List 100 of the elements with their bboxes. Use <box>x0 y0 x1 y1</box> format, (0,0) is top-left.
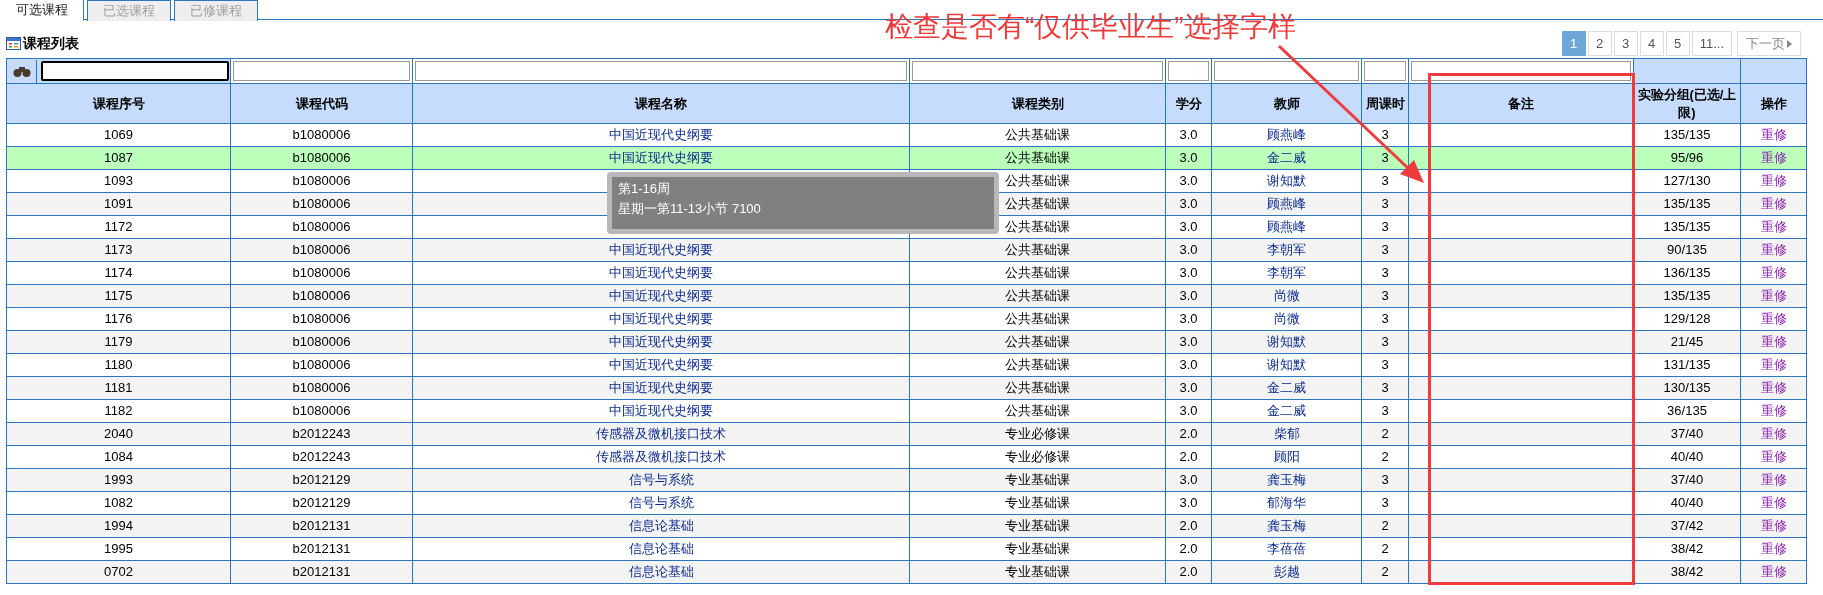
table-cell: 专业基础课 <box>1005 564 1070 580</box>
table-row[interactable]: 1995 b2012131 信息论基础 专业基础课 2.0 李蓓蓓 2 38/42 重修 <box>6 537 1807 561</box>
teacher-link[interactable]: 彭越 <box>1273 564 1300 580</box>
section-title: 课程列表 <box>23 34 79 53</box>
course-link[interactable]: 信息论基础 <box>628 541 694 557</box>
teacher-link[interactable]: 金二威 <box>1267 403 1306 419</box>
table-row[interactable]: 1069 b1080006 中国近现代史纲要 公共基础课 3.0 顾燕峰 3 135/135 重修 <box>6 123 1807 147</box>
table-cell: 1180 <box>104 357 133 373</box>
table-cell: 1993 <box>104 472 133 488</box>
teacher-link[interactable]: 尚微 <box>1273 288 1300 304</box>
teacher-link[interactable]: 顾阳 <box>1273 449 1300 465</box>
column-header: 教师 <box>1273 95 1300 111</box>
teacher-link[interactable]: 金二威 <box>1267 150 1306 166</box>
table-row[interactable]: 1181 b1080006 中国近现代史纲要 公共基础课 3.0 金二威 3 130/135 重修 <box>6 376 1807 400</box>
table-row[interactable]: 1176 b1080006 中国近现代史纲要 公共基础课 3.0 尚微 3 129/128 重修 <box>6 307 1807 331</box>
course-link[interactable]: 中国近现代史纲要 <box>609 403 713 419</box>
course-link[interactable]: 中国近现代史纲要 <box>609 265 713 281</box>
teacher-link[interactable]: 李朝军 <box>1267 242 1306 258</box>
course-link[interactable]: 中国近现代史纲要 <box>609 334 713 350</box>
table-row[interactable]: 2040 b2012243 传感器及微机接口技术 专业必修课 2.0 柴郁 2 37/40 重修 <box>6 422 1807 446</box>
page-button[interactable]: 5 <box>1665 31 1690 56</box>
teacher-link[interactable]: 尚微 <box>1273 311 1300 327</box>
column-header: 课程序号 <box>92 95 145 111</box>
table-cell: 38/42 <box>1670 564 1704 580</box>
table-cell: 2.0 <box>1179 518 1198 534</box>
table-cell: 公共基础课 <box>1005 173 1070 189</box>
teacher-link[interactable]: 顾燕峰 <box>1267 219 1306 235</box>
table-cell: 公共基础课 <box>1005 127 1070 143</box>
table-cell: 专业必修课 <box>1005 449 1070 465</box>
table-row[interactable]: 1993 b2012129 信号与系统 专业基础课 3.0 龚玉梅 3 37/40 重修 <box>6 468 1807 492</box>
course-link[interactable]: 信息论基础 <box>628 518 694 534</box>
course-link[interactable]: 传感器及微机接口技术 <box>596 426 726 442</box>
table-cell: 95/96 <box>1670 150 1704 166</box>
teacher-link[interactable]: 谢知默 <box>1267 173 1306 189</box>
table-cell: 公共基础课 <box>1005 403 1070 419</box>
table-cell: b1080006 <box>292 403 351 419</box>
table-cell: b2012131 <box>292 518 351 534</box>
course-link[interactable]: 传感器及微机接口技术 <box>596 449 726 465</box>
course-link[interactable]: 中国近现代史纲要 <box>609 380 713 396</box>
table-row[interactable]: 1182 b1080006 中国近现代史纲要 公共基础课 3.0 金二威 3 36/135 重修 <box>6 399 1807 423</box>
table-row[interactable]: 1179 b1080006 中国近现代史纲要 公共基础课 3.0 谢知默 3 21/45 重修 <box>6 330 1807 354</box>
table-cell: 3.0 <box>1179 357 1198 373</box>
page-button[interactable]: 11... <box>1691 31 1732 56</box>
teacher-link[interactable]: 顾燕峰 <box>1267 196 1306 212</box>
course-link[interactable]: 中国近现代史纲要 <box>609 127 713 143</box>
table-cell: 2 <box>1381 564 1389 580</box>
page-button[interactable]: 4 <box>1639 31 1664 56</box>
teacher-link[interactable]: 龚玉梅 <box>1267 472 1306 488</box>
filter-field[interactable] <box>415 61 907 81</box>
teacher-link[interactable]: 李蓓蓓 <box>1267 541 1306 557</box>
table-cell: b1080006 <box>292 334 351 350</box>
filter-field[interactable] <box>1364 61 1406 81</box>
table-cell: 127/130 <box>1663 173 1711 189</box>
course-link[interactable]: 中国近现代史纲要 <box>609 150 713 166</box>
table-row[interactable]: 1994 b2012131 信息论基础 专业基础课 2.0 龚玉梅 2 37/42 重修 <box>6 514 1807 538</box>
column-header: 课程代码 <box>295 95 348 111</box>
course-link[interactable]: 中国近现代史纲要 <box>609 288 713 304</box>
table-row[interactable]: 1084 b2012243 传感器及微机接口技术 专业必修课 2.0 顾阳 2 40/40 重修 <box>6 445 1807 469</box>
table-row[interactable]: 1173 b1080006 中国近现代史纲要 公共基础课 3.0 李朝军 3 90/135 重修 <box>6 238 1807 262</box>
table-row[interactable]: 1175 b1080006 中国近现代史纲要 公共基础课 3.0 尚微 3 135/135 重修 <box>6 284 1807 308</box>
teacher-link[interactable]: 谢知默 <box>1267 357 1306 373</box>
filter-field[interactable] <box>1168 61 1209 81</box>
table-cell: 1082 <box>104 495 133 511</box>
next-page-button[interactable]: 下一页 <box>1737 31 1801 56</box>
course-link[interactable]: 信号与系统 <box>628 472 694 488</box>
table-row[interactable]: 1174 b1080006 中国近现代史纲要 公共基础课 3.0 李朝军 3 136/135 重修 <box>6 261 1807 285</box>
teacher-link[interactable]: 金二威 <box>1267 380 1306 396</box>
course-link[interactable]: 信号与系统 <box>628 495 694 511</box>
table-cell: 0702 <box>104 564 133 580</box>
course-link[interactable]: 中国近现代史纲要 <box>609 242 713 258</box>
tab[interactable]: 可选课程 <box>0 0 84 21</box>
table-row[interactable]: 1180 b1080006 中国近现代史纲要 公共基础课 3.0 谢知默 3 131/135 重修 <box>6 353 1807 377</box>
filter-field[interactable] <box>41 61 229 81</box>
table-cell: 3.0 <box>1179 472 1198 488</box>
teacher-link[interactable]: 顾燕峰 <box>1267 127 1306 143</box>
table-cell: 38/42 <box>1670 541 1704 557</box>
table-row[interactable]: 0702 b2012131 信息论基础 专业基础课 2.0 彭越 2 38/42 重修 <box>6 560 1807 584</box>
table-row[interactable]: 1082 b2012129 信号与系统 专业基础课 3.0 郁海华 3 40/40 重修 <box>6 491 1807 515</box>
teacher-link[interactable]: 郁海华 <box>1267 495 1306 511</box>
course-link[interactable]: 中国近现代史纲要 <box>609 311 713 327</box>
page-button[interactable]: 2 <box>1587 31 1612 56</box>
table-cell: b1080006 <box>292 265 351 281</box>
teacher-link[interactable]: 谢知默 <box>1267 334 1306 350</box>
table-cell: b2012243 <box>292 449 351 465</box>
teacher-link[interactable]: 柴郁 <box>1273 426 1300 442</box>
filter-field[interactable] <box>233 61 410 81</box>
course-link[interactable]: 中国近现代史纲要 <box>609 357 713 373</box>
table-cell: 3.0 <box>1179 311 1198 327</box>
filter-field[interactable] <box>912 61 1163 81</box>
table-row[interactable]: 1087 b1080006 中国近现代史纲要 公共基础课 3.0 金二威 3 95/96 重修 <box>6 146 1807 170</box>
table-cell: 2 <box>1381 541 1389 557</box>
teacher-link[interactable]: 李朝军 <box>1267 265 1306 281</box>
filter-field[interactable] <box>1214 61 1359 81</box>
page-button[interactable]: 3 <box>1613 31 1638 56</box>
table-cell: b2012243 <box>292 426 351 442</box>
table-cell: 90/135 <box>1667 242 1707 258</box>
course-link[interactable]: 信息论基础 <box>628 564 694 580</box>
table-cell: 3 <box>1381 242 1389 258</box>
table-cell: 公共基础课 <box>1005 311 1070 327</box>
teacher-link[interactable]: 龚玉梅 <box>1267 518 1306 534</box>
